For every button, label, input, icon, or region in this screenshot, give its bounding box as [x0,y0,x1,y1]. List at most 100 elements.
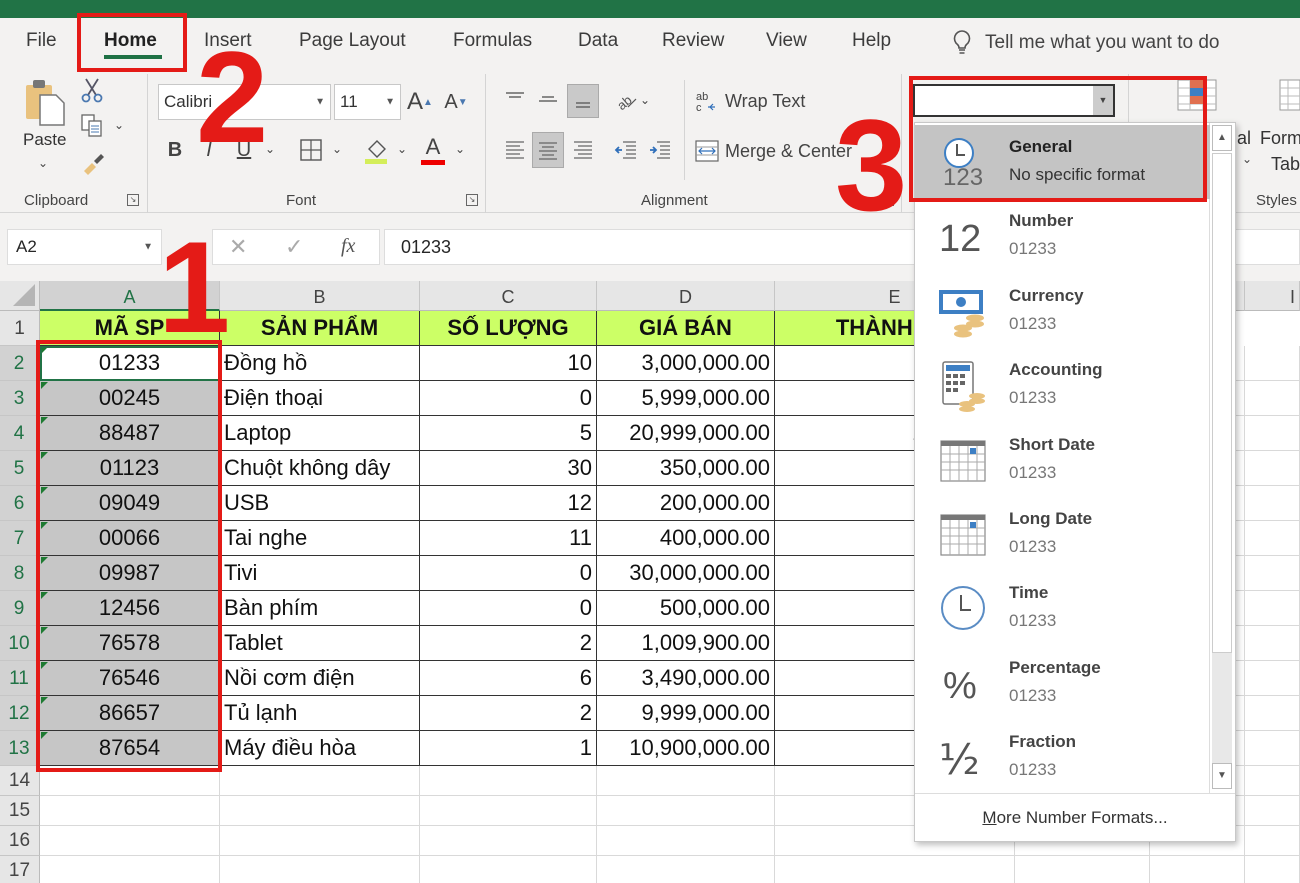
cell[interactable] [775,856,1015,883]
product-code-cell[interactable]: 00066 [40,521,220,556]
quantity-cell[interactable]: 12 [420,486,597,521]
scrollbar-track[interactable] [1212,653,1232,763]
decrease-indent-button[interactable] [612,134,640,164]
copy-button[interactable] [78,112,106,140]
quantity-cell[interactable]: 0 [420,556,597,591]
cell[interactable] [1245,451,1300,486]
cell[interactable] [1245,661,1300,696]
quantity-cell[interactable]: 0 [420,591,597,626]
conditional-formatting-dropdown-icon[interactable]: ⌄ [1242,152,1252,166]
tab-formulas[interactable]: Formulas [453,30,532,52]
cell[interactable] [40,796,220,826]
copy-dropdown-icon[interactable]: ⌄ [114,118,124,132]
cancel-icon[interactable]: ✕ [229,234,247,260]
product-name-cell[interactable]: Laptop [220,416,420,451]
fill-color-dropdown-icon[interactable]: ⌄ [397,142,407,156]
product-name-cell[interactable]: Nồi cơm điện [220,661,420,696]
quantity-cell[interactable]: 11 [420,521,597,556]
product-code-cell[interactable]: 88487 [40,416,220,451]
tab-review[interactable]: Review [662,30,724,52]
quantity-cell[interactable]: 6 [420,661,597,696]
cut-button[interactable] [78,76,106,104]
format-painter-button[interactable] [78,148,108,176]
header-cell[interactable]: SỐ LƯỢNG [420,311,597,346]
quantity-cell[interactable]: 2 [420,696,597,731]
product-code-cell[interactable]: 01123 [40,451,220,486]
cell[interactable] [597,796,775,826]
format-as-table-button[interactable] [1278,76,1300,116]
orientation-button[interactable]: ab ⌄ [612,86,652,114]
cell[interactable] [1245,696,1300,731]
insert-function-icon[interactable]: fx [341,235,355,258]
tab-home[interactable]: Home [104,30,157,52]
product-code-cell[interactable]: 76546 [40,661,220,696]
row-header-7[interactable]: 7 [0,521,40,556]
row-header-8[interactable]: 8 [0,556,40,591]
price-cell[interactable]: 9,999,000.00 [597,696,775,731]
format-option-long-date[interactable]: Long Date 01233 [915,497,1210,571]
cell[interactable] [1245,381,1300,416]
product-code-cell[interactable]: 12456 [40,591,220,626]
borders-dropdown-icon[interactable]: ⌄ [332,142,342,156]
column-header-d[interactable]: D [597,281,775,311]
format-option-fraction[interactable]: ½ Fraction 01233 [915,720,1210,794]
cell[interactable] [1150,856,1245,883]
quantity-cell[interactable]: 1 [420,731,597,766]
cell[interactable] [1245,731,1300,766]
row-header-16[interactable]: 16 [0,826,40,856]
cell[interactable] [40,826,220,856]
cell[interactable] [420,856,597,883]
row-header-6[interactable]: 6 [0,486,40,521]
font-launcher-icon[interactable]: ↘ [466,194,478,206]
cell[interactable] [1245,626,1300,661]
scroll-up-icon[interactable]: ▲ [1212,125,1232,151]
format-option-currency[interactable]: Currency 01233 [915,274,1210,348]
cell[interactable] [1245,486,1300,521]
product-code-cell[interactable]: 76578 [40,626,220,661]
scroll-down-icon[interactable]: ▼ [1212,763,1232,789]
column-header-b[interactable]: B [220,281,420,311]
price-cell[interactable]: 30,000,000.00 [597,556,775,591]
row-header-13[interactable]: 13 [0,731,40,766]
cell[interactable] [1245,856,1300,883]
format-option-accounting[interactable]: Accounting 01233 [915,348,1210,422]
cell[interactable] [1245,521,1300,556]
name-box[interactable]: A2 ▼ [7,229,162,265]
row-header-10[interactable]: 10 [0,626,40,661]
menu-scrollbar[interactable]: ▲ ▼ [1209,123,1233,793]
product-name-cell[interactable]: Bàn phím [220,591,420,626]
product-name-cell[interactable]: Điện thoại [220,381,420,416]
tell-me-search[interactable]: Tell me what you want to do [953,30,1219,56]
font-color-dropdown-icon[interactable]: ⌄ [455,142,465,156]
row-header-2[interactable]: 2 [0,346,40,381]
row-header-1[interactable]: 1 [0,311,40,346]
price-cell[interactable]: 5,999,000.00 [597,381,775,416]
wrap-text-button[interactable]: ab c Wrap Text [695,86,815,116]
cell[interactable] [220,796,420,826]
quantity-cell[interactable]: 30 [420,451,597,486]
cell[interactable] [420,766,597,796]
tab-file[interactable]: File [26,30,57,52]
price-cell[interactable]: 20,999,000.00 [597,416,775,451]
cell[interactable] [220,766,420,796]
price-cell[interactable]: 3,000,000.00 [597,346,775,381]
price-cell[interactable]: 3,490,000.00 [597,661,775,696]
cell[interactable] [420,826,597,856]
number-format-combo[interactable]: ▼ [913,84,1115,117]
top-align-button[interactable] [502,86,528,112]
cell[interactable] [1245,591,1300,626]
row-header-11[interactable]: 11 [0,661,40,696]
conditional-formatting-button[interactable] [1176,76,1220,116]
row-header-17[interactable]: 17 [0,856,40,883]
select-all-button[interactable] [0,281,40,311]
header-cell[interactable]: GIÁ BÁN [597,311,775,346]
price-cell[interactable]: 400,000.00 [597,521,775,556]
column-header[interactable]: I [1245,281,1300,311]
header-cell[interactable]: SẢN PHẨM [220,311,420,346]
cell[interactable] [597,826,775,856]
quantity-cell[interactable]: 0 [420,381,597,416]
quantity-cell[interactable]: 2 [420,626,597,661]
product-name-cell[interactable]: Tai nghe [220,521,420,556]
product-name-cell[interactable]: Máy điều hòa [220,731,420,766]
bottom-align-button[interactable] [567,84,599,118]
